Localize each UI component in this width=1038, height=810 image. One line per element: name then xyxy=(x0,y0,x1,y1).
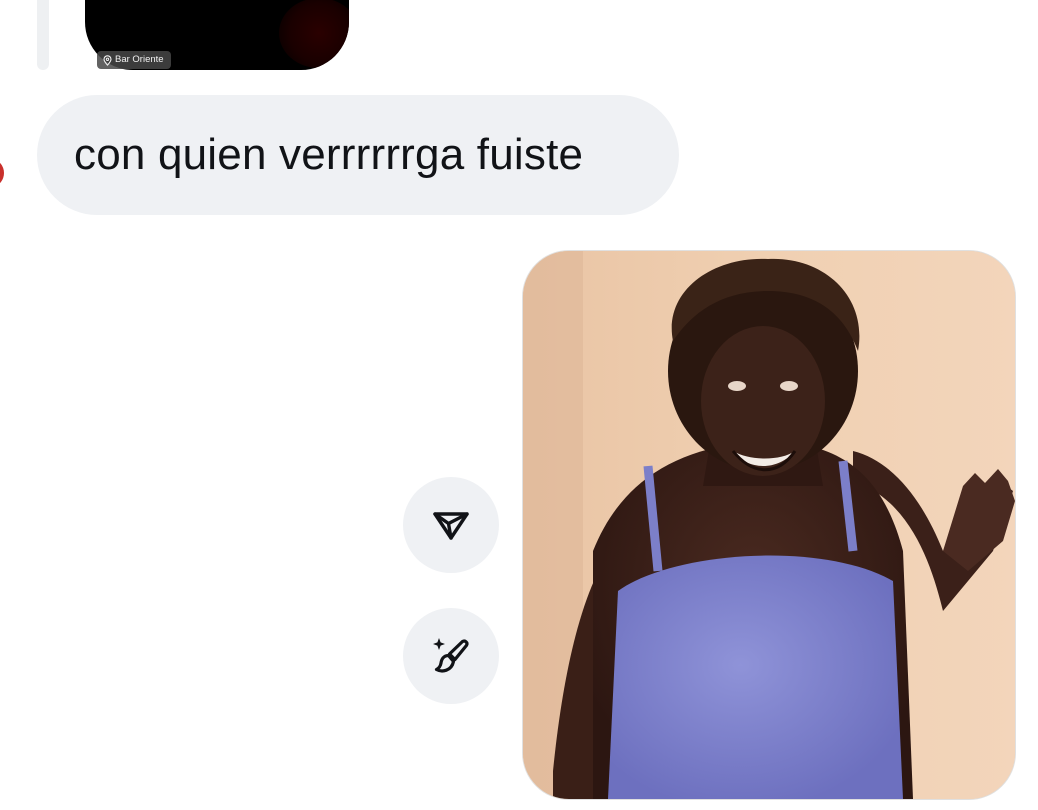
reply-quote-bar xyxy=(37,0,49,70)
sparkle-brush-icon xyxy=(433,638,469,673)
message-text: con quien verrrrrrga fuiste xyxy=(74,130,584,179)
photo-image xyxy=(523,251,1015,799)
location-label: Bar Oriente xyxy=(115,54,164,65)
outgoing-photo-message[interactable] xyxy=(523,251,1015,799)
sender-avatar[interactable] xyxy=(0,160,4,186)
location-sticker[interactable]: Bar Oriente xyxy=(97,51,171,69)
location-pin-icon xyxy=(103,54,112,66)
story-thumbnail-image xyxy=(279,0,349,68)
edit-image-button[interactable] xyxy=(403,608,499,704)
share-button[interactable] xyxy=(403,477,499,573)
send-arrow-icon xyxy=(433,512,469,540)
incoming-message-bubble[interactable]: con quien verrrrrrga fuiste xyxy=(37,95,679,215)
